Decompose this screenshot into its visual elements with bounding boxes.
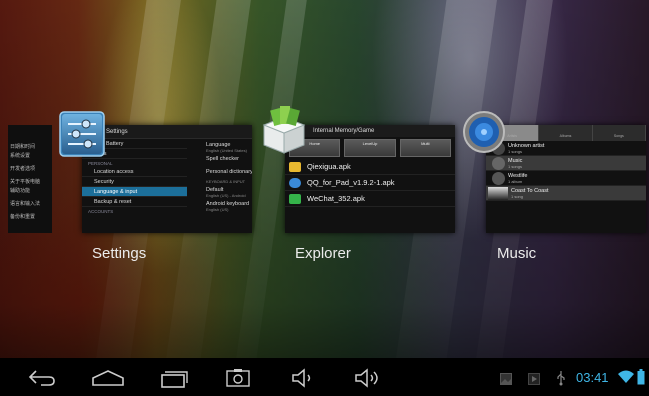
recent-app-partial-thumbnail[interactable]: 日期和时间 系统设置 开发者选项 关于平板电脑 辅助功能 语言和输入法 备份和重… — [8, 125, 52, 233]
music-row-sub: 1 songs — [508, 148, 523, 154]
settings-detail-title: Spell checker — [206, 156, 240, 162]
album-art-icon — [488, 186, 508, 200]
media-notification-icon[interactable] — [528, 372, 540, 390]
recent-app-settings-thumbnail[interactable]: Settings Battery Apps PERSONAL Location … — [82, 125, 252, 233]
settings-detail-title: Default — [206, 187, 224, 193]
explorer-path: Internal Memory/Game — [285, 125, 455, 137]
file-row: QQ_for_Pad_v1.9.2-1.apk — [285, 175, 455, 191]
file-row: WeChat_352.apk — [285, 191, 455, 207]
music-row-title: Coast To Coast — [511, 187, 549, 194]
partial-line: 关于平板电脑 — [10, 179, 41, 185]
partial-line: 辅助功能 — [10, 188, 31, 194]
partial-line: 日期和时间 — [10, 144, 36, 150]
file-name: QQ_for_Pad_v1.9.2-1.apk — [307, 178, 395, 187]
settings-detail-title: Language — [206, 142, 231, 148]
music-tabs: Artists Albums Songs — [486, 125, 646, 141]
music-row: Westlife 1 album — [486, 171, 646, 186]
settings-detail-title: Personal dictionary — [206, 169, 252, 175]
apk-file-icon — [289, 161, 301, 172]
volume-up-icon[interactable] — [350, 366, 386, 390]
file-name: WeChat_352.apk — [307, 194, 365, 203]
album-art-icon — [492, 171, 505, 185]
home-icon[interactable] — [90, 366, 126, 390]
settings-item: Location access — [82, 167, 187, 177]
settings-detail-sub: KEYBOARD & INPUT — [206, 179, 246, 184]
wechat-file-icon — [289, 193, 301, 204]
music-row-sub: 1 songs — [508, 163, 523, 169]
file-name: Qiexigua.apk — [307, 162, 351, 171]
back-icon[interactable] — [24, 366, 60, 390]
explorer-toolbar-button: LevelUp — [344, 139, 396, 157]
music-row-title: Westlife — [508, 172, 528, 179]
settings-item: Backup & reset — [82, 197, 187, 207]
screenshot-icon[interactable] — [220, 366, 256, 390]
battery-icon — [637, 369, 645, 390]
music-row: Music 1 songs — [486, 156, 646, 171]
music-tab: Songs — [593, 125, 646, 141]
music-row-sub: 1 song — [511, 193, 524, 199]
music-row-title: Music — [508, 157, 523, 164]
explorer-app-icon — [258, 103, 310, 160]
music-tab: Albums — [539, 125, 593, 141]
explorer-toolbar: Home LevelUp Multi — [285, 137, 455, 159]
settings-detail-sub: English (US) - Android — [206, 193, 246, 198]
recent-app-label: Settings — [92, 245, 147, 262]
system-navigation-bar: 03:41 — [0, 358, 649, 396]
partial-line: 语言和输入法 — [10, 201, 41, 207]
settings-detail-title: Android keyboard — [206, 201, 250, 207]
partial-line: 备份和重置 — [10, 214, 36, 220]
usb-icon — [556, 370, 566, 391]
music-app-icon — [462, 110, 506, 159]
wifi-icon — [618, 370, 634, 389]
settings-app-icon — [58, 110, 106, 163]
music-row: Unknown artist 1 songs — [486, 141, 646, 156]
gallery-notification-icon[interactable] — [500, 372, 512, 390]
recent-app-label: Music — [497, 245, 537, 262]
settings-detail-pane: Language English (United States) Spell c… — [202, 139, 252, 212]
explorer-toolbar-button: Multi — [399, 139, 451, 157]
settings-detail-sub: English (US) — [206, 207, 229, 212]
settings-category: ACCOUNTS — [88, 209, 114, 214]
volume-down-icon[interactable] — [285, 366, 321, 390]
qq-file-icon — [289, 177, 301, 188]
clock: 03:41 — [576, 370, 609, 385]
recent-app-explorer-thumbnail[interactable]: Internal Memory/Game Home LevelUp Multi … — [285, 125, 455, 233]
settings-item: Security — [82, 177, 187, 187]
settings-header: Settings — [82, 125, 252, 139]
partial-line: 系统设置 — [10, 153, 31, 159]
settings-item-selected: Language & input — [82, 187, 187, 197]
recent-app-label: Explorer — [295, 245, 351, 262]
recent-app-music-thumbnail[interactable]: Artists Albums Songs Unknown artist 1 son… — [486, 125, 646, 233]
partial-line: 开发者选项 — [10, 166, 36, 172]
music-row-title: Unknown artist — [508, 142, 545, 149]
settings-detail-sub: English (United States) — [206, 148, 247, 153]
music-row: Coast To Coast 1 song — [486, 186, 646, 201]
music-row-sub: 1 album — [508, 178, 523, 184]
recent-apps-icon[interactable] — [155, 366, 191, 390]
file-row: Qiexigua.apk — [285, 159, 455, 175]
